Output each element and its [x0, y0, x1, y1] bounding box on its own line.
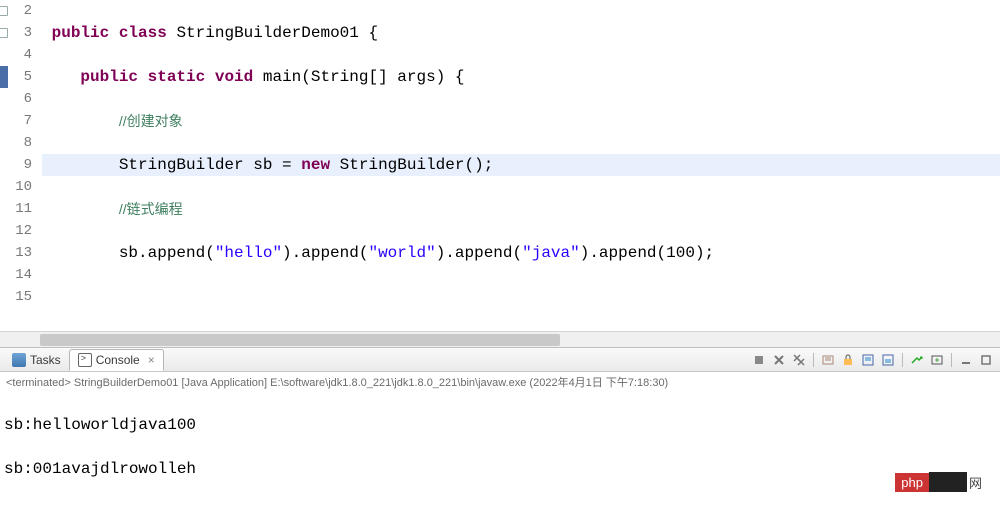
- scroll-lock-icon[interactable]: [840, 352, 856, 368]
- code-content[interactable]: public class StringBuilderDemo01 { publi…: [38, 0, 1000, 331]
- line-number: 13: [0, 242, 32, 264]
- line-number: 9: [0, 154, 32, 176]
- panel-tabs: Tasks Console ×: [0, 348, 1000, 372]
- line-number: 7: [0, 110, 32, 132]
- scrollbar-thumb[interactable]: [40, 334, 560, 346]
- line-number: 11: [0, 198, 32, 220]
- terminate-icon[interactable]: [751, 352, 767, 368]
- console-line: sb:001avajdlrowolleh: [4, 458, 996, 480]
- badge-left: php: [895, 473, 929, 492]
- open-console-icon[interactable]: [909, 352, 925, 368]
- line-number: 14: [0, 264, 32, 286]
- maximize-icon[interactable]: [978, 352, 994, 368]
- toolbar-separator: [902, 353, 903, 367]
- clear-console-icon[interactable]: [820, 352, 836, 368]
- console-icon: [78, 353, 92, 367]
- line-number-gutter: 2 3 4 5 6 7 8 9 10 11 12 13 14 15: [0, 0, 38, 331]
- new-console-icon[interactable]: [929, 352, 945, 368]
- code-editor[interactable]: 2 3 4 5 6 7 8 9 10 11 12 13 14 15 public…: [0, 0, 1000, 347]
- tab-console[interactable]: Console ×: [69, 349, 164, 371]
- display-selected-icon[interactable]: [880, 352, 896, 368]
- toolbar-separator: [951, 353, 952, 367]
- bottom-panel: Tasks Console × <terminated> StringBuild…: [0, 347, 1000, 524]
- console-toolbar: [751, 352, 1000, 368]
- line-number: 12: [0, 220, 32, 242]
- horizontal-scrollbar[interactable]: [0, 331, 1000, 347]
- badge-tail: 网: [969, 473, 982, 492]
- tab-tasks[interactable]: Tasks: [4, 349, 69, 371]
- console-process-label: <terminated> StringBuilderDemo01 [Java A…: [0, 372, 1000, 392]
- tab-label: Console: [96, 353, 140, 367]
- remove-all-icon[interactable]: [791, 352, 807, 368]
- line-number: 4: [0, 44, 32, 66]
- line-number: 2: [0, 0, 32, 22]
- line-number: 8: [0, 132, 32, 154]
- toolbar-separator: [813, 353, 814, 367]
- minimize-icon[interactable]: [958, 352, 974, 368]
- line-number: 15: [0, 286, 32, 308]
- badge-right: [929, 472, 967, 492]
- line-number: 10: [0, 176, 32, 198]
- watermark-badge: php 网: [895, 472, 982, 492]
- remove-icon[interactable]: [771, 352, 787, 368]
- console-output[interactable]: sb:helloworldjava100 sb:001avajdlrowolle…: [0, 392, 1000, 524]
- tab-label: Tasks: [30, 353, 61, 367]
- tasks-icon: [12, 353, 26, 367]
- line-number: 3: [0, 22, 32, 44]
- pin-console-icon[interactable]: [860, 352, 876, 368]
- line-number: 5: [0, 66, 32, 88]
- tab-close-icon[interactable]: ×: [148, 353, 155, 367]
- console-line: sb:helloworldjava100: [4, 414, 996, 436]
- line-number: 6: [0, 88, 32, 110]
